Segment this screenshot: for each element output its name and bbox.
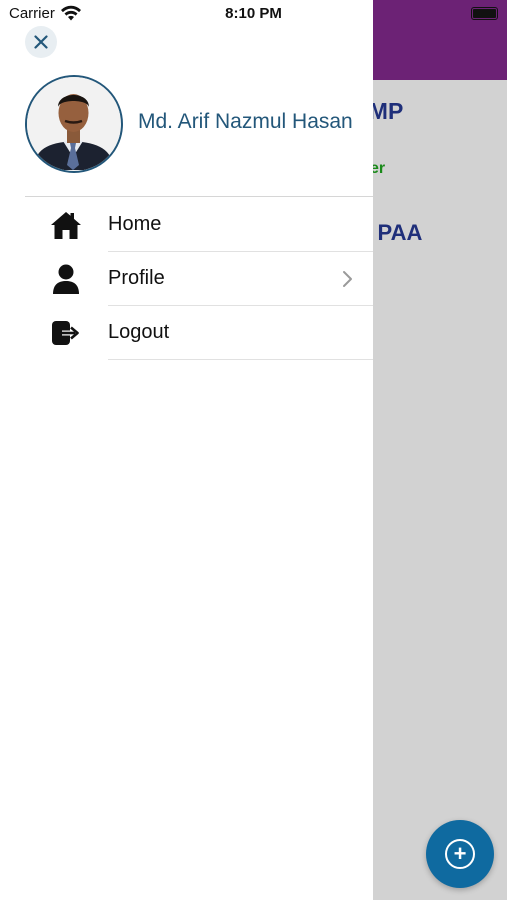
clock: 8:10 PM (225, 5, 282, 22)
plus-icon: + (445, 839, 475, 869)
chevron-right-icon (343, 271, 352, 287)
menu-item-profile[interactable]: Profile (0, 252, 373, 306)
menu-item-label: Home (108, 213, 162, 235)
profile-photo (27, 77, 120, 170)
menu-item-label: Logout (108, 321, 170, 343)
divider (108, 359, 373, 360)
menu-item-label: Profile (108, 267, 165, 289)
avatar[interactable] (25, 75, 123, 173)
person-icon (50, 264, 82, 294)
logout-icon (50, 318, 82, 348)
close-icon (34, 35, 48, 49)
menu-item-logout[interactable]: Logout (0, 306, 373, 360)
battery-icon (471, 7, 498, 20)
navigation-drawer: Md. Arif Nazmul Hasan Home Profile Logou… (0, 0, 373, 900)
menu-item-home[interactable]: Home (0, 198, 373, 252)
close-button[interactable] (25, 26, 57, 58)
add-button[interactable]: + (426, 820, 494, 888)
status-bar: Carrier 8:10 PM (0, 0, 507, 28)
user-name[interactable]: Md. Arif Nazmul Hasan (138, 110, 353, 134)
divider (25, 196, 373, 197)
home-icon (50, 210, 82, 240)
